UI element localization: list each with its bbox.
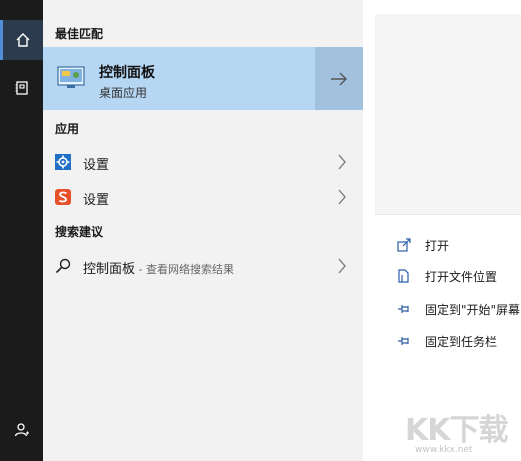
open-file-location-action[interactable]: 打开文件位置 [397,267,521,287]
list-item[interactable]: 设置 [43,145,363,179]
sogou-s-icon [55,189,71,205]
open-action-label: 打开 [425,239,450,253]
preview-header [375,14,521,214]
best-match-expand-button[interactable] [315,47,363,110]
chevron-right-icon [338,154,346,170]
best-match-item[interactable]: 控制面板 桌面应用 [43,47,363,110]
pin-icon [398,305,409,313]
gear-icon [55,154,71,170]
best-match-main[interactable]: 控制面板 桌面应用 [43,47,314,110]
section-web-search: 搜索建议 [55,225,104,239]
section-apps: 应用 [55,122,80,136]
web-search-query: 控制面板 [83,262,136,277]
left-rail [0,0,43,461]
open-icon [397,238,411,252]
watermark-url: www.kkx.net [415,445,473,455]
home-button[interactable] [0,20,43,60]
best-match-title: 控制面板 [99,65,155,81]
notebook-button[interactable] [0,68,43,108]
open-file-location-label: 打开文件位置 [425,270,498,284]
control-panel-icon [57,66,85,88]
pin-to-taskbar-label: 固定到任务栏 [425,335,498,349]
user-icon [14,423,29,437]
list-item-label: 设置 [83,193,110,208]
watermark: KK下载 www.kkx.net [405,405,521,461]
best-match-subtitle: 桌面应用 [99,86,148,100]
preview-panel: 打开 打开文件位置 固定到"开始"屏幕 固定到任务栏 [363,0,521,461]
home-icon [16,33,30,47]
pin-to-start-action[interactable]: 固定到"开始"屏幕 [397,300,521,320]
watermark-brand: KK下载 [405,413,508,448]
section-best-match: 最佳匹配 [55,27,104,41]
chevron-right-icon [338,258,346,274]
list-item[interactable]: 设置 [43,180,363,214]
pin-to-taskbar-action[interactable]: 固定到任务栏 [397,332,521,352]
file-location-icon [398,269,409,283]
notebook-icon [15,81,28,95]
account-button[interactable] [0,410,43,450]
open-action[interactable]: 打开 [397,236,521,256]
divider [375,214,521,215]
chevron-right-icon [338,189,346,205]
web-search-label: 控制面板 - 查看网络搜索结果 [83,258,234,277]
pin-icon [398,337,409,345]
search-results-panel: 最佳匹配 控制面板 桌面应用 应用 设置 设置 搜索建议 控制面板 - 查看网络… [43,0,363,461]
search-icon [55,258,71,274]
arrow-right-icon [331,72,347,85]
web-search-item[interactable]: 控制面板 - 查看网络搜索结果 [43,249,363,283]
pin-to-start-label: 固定到"开始"屏幕 [425,303,521,317]
list-item-label: 设置 [83,158,110,173]
web-search-hint: - 查看网络搜索结果 [135,263,234,276]
